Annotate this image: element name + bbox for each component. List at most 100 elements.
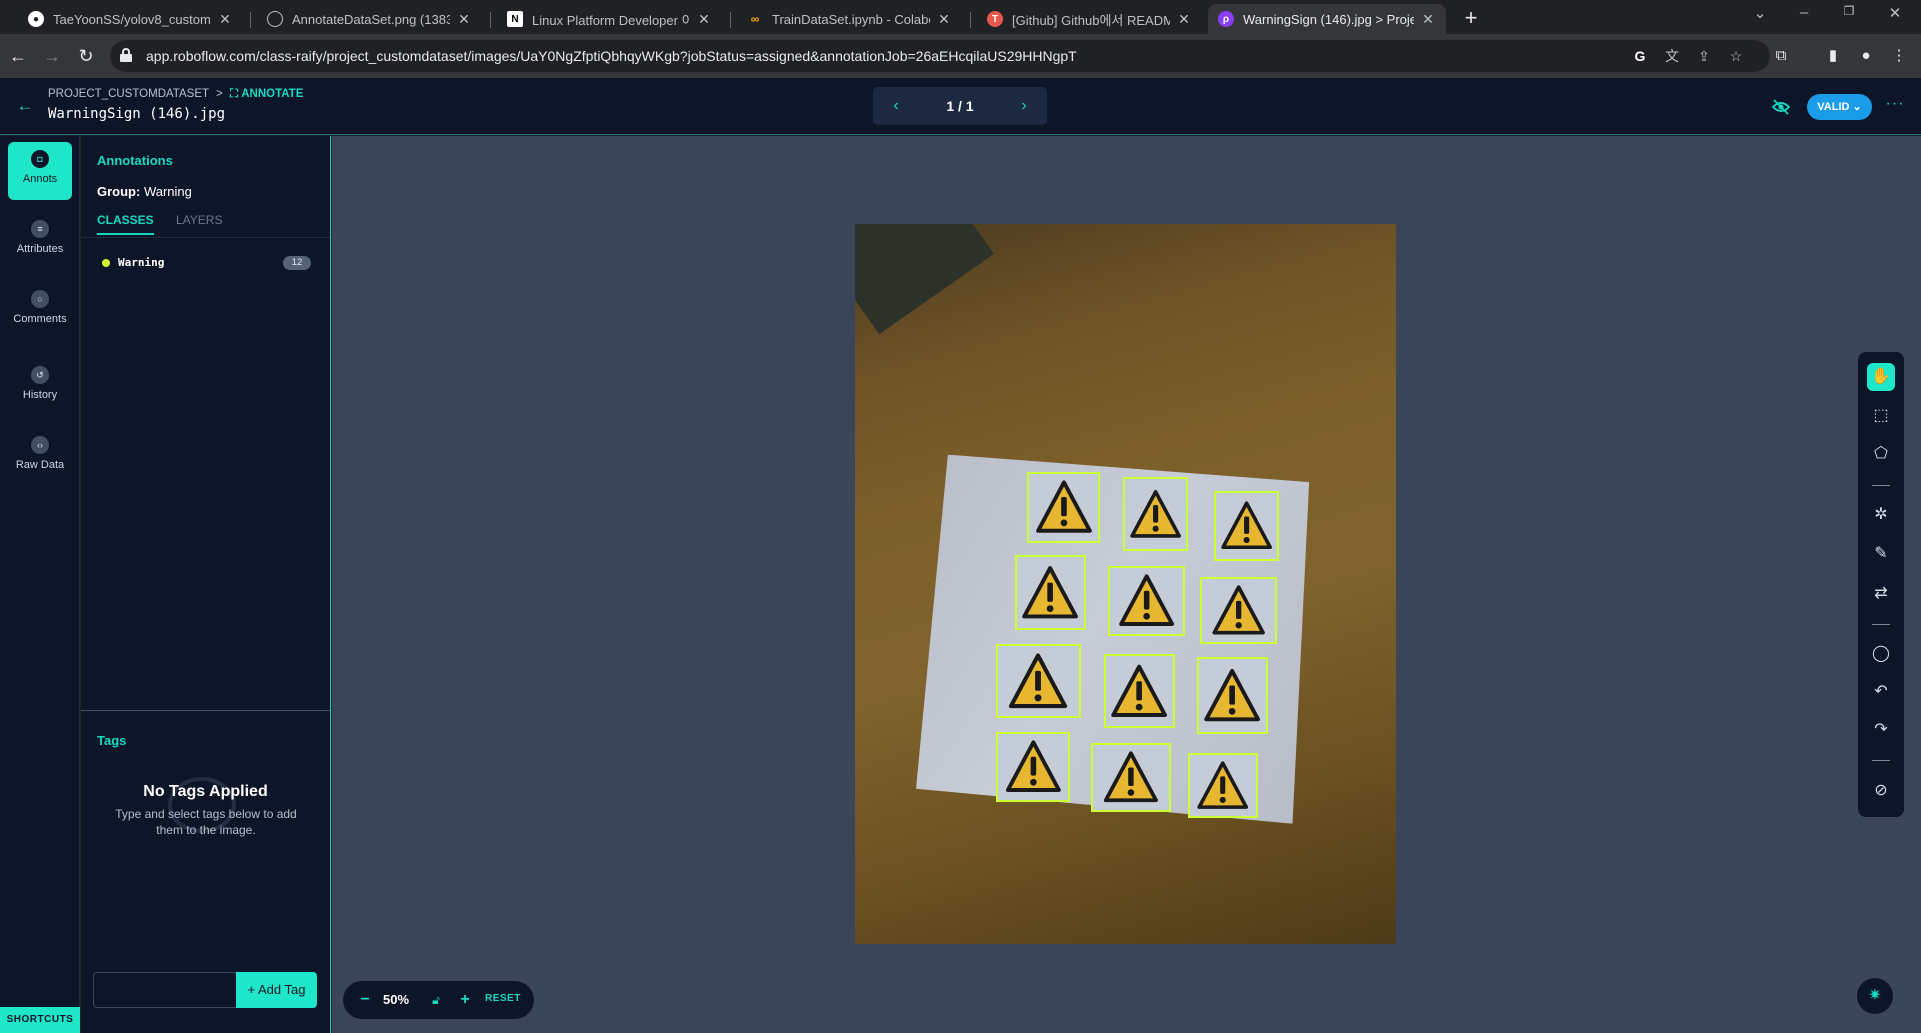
tab-layers[interactable]: LAYERS bbox=[176, 213, 222, 227]
tab-divider bbox=[250, 12, 251, 28]
bounding-box[interactable] bbox=[1214, 491, 1279, 561]
panel-title: Annotations bbox=[97, 153, 173, 168]
redo-icon[interactable]: ↷ bbox=[1867, 716, 1895, 744]
canvas-settings-icon[interactable]: ✷ bbox=[1857, 978, 1893, 1014]
close-tab-icon[interactable]: ✕ bbox=[696, 11, 712, 28]
bounding-box[interactable] bbox=[1123, 477, 1188, 551]
profile-icon[interactable]: ● bbox=[1855, 45, 1877, 67]
rail-item-label: Raw Data bbox=[15, 459, 65, 471]
undo-icon[interactable]: ↶ bbox=[1867, 678, 1895, 706]
image-photo[interactable] bbox=[855, 224, 1396, 944]
browser-tab[interactable]: AnnotateDataSet.png (1383×8 ✕ bbox=[257, 4, 482, 34]
comment-tool-icon[interactable]: ◯ bbox=[1867, 640, 1895, 668]
warning-sign-icon bbox=[1022, 565, 1079, 619]
close-tab-icon[interactable]: ✕ bbox=[936, 11, 952, 28]
hide-annotations-icon[interactable] bbox=[1771, 98, 1791, 116]
restore-icon[interactable]: ❐ bbox=[1829, 4, 1869, 18]
minimize-icon[interactable]: – bbox=[1784, 4, 1824, 21]
rail-item-comments[interactable]: ○ Comments bbox=[8, 282, 72, 340]
back-icon[interactable]: ← bbox=[6, 44, 30, 68]
forward-icon[interactable]: → bbox=[40, 44, 64, 68]
polygon-tool-icon[interactable]: ⬠ bbox=[1867, 440, 1895, 468]
warning-sign-icon bbox=[1197, 761, 1249, 809]
rail-item-attributes[interactable]: ≡ Attributes bbox=[8, 212, 72, 270]
bounding-box[interactable] bbox=[1015, 555, 1086, 630]
photo-background-object bbox=[855, 224, 994, 335]
tool-divider bbox=[1872, 760, 1890, 761]
bounding-box[interactable] bbox=[1200, 577, 1277, 644]
history-icon: ↺ bbox=[31, 366, 49, 384]
notion-icon: N bbox=[507, 11, 523, 27]
hand-drag-icon[interactable]: ✋ bbox=[1867, 363, 1895, 391]
close-tab-icon[interactable]: ✕ bbox=[1176, 11, 1192, 28]
warning-sign-icon bbox=[1009, 653, 1068, 708]
rail-item-history[interactable]: ↺ History bbox=[8, 358, 72, 416]
magic-wand-icon[interactable]: ✎ bbox=[1867, 540, 1895, 568]
annotations-icon: ◘ bbox=[31, 150, 49, 168]
bounding-box-tool-icon[interactable]: ⬚ bbox=[1867, 402, 1895, 430]
rail-item-annotations[interactable]: ◘ Annots bbox=[8, 142, 72, 200]
bounding-box[interactable] bbox=[1197, 657, 1268, 734]
repeat-previous-icon[interactable]: ⇄ bbox=[1867, 580, 1895, 608]
browser-tab-active[interactable]: ρ WarningSign (146).jpg > Proje ✕ bbox=[1208, 4, 1446, 34]
warning-sign-icon bbox=[1119, 574, 1174, 627]
close-tab-icon[interactable]: ✕ bbox=[217, 11, 233, 28]
warning-sign-icon bbox=[1103, 751, 1159, 803]
clear-icon[interactable]: ⊘ bbox=[1867, 777, 1895, 805]
breadcrumb-project[interactable]: PROJECT_CUSTOMDATASET bbox=[48, 88, 209, 100]
bounding-box[interactable] bbox=[1027, 472, 1100, 543]
bounding-box[interactable] bbox=[1091, 743, 1171, 812]
browser-tabstrip: ● TaeYoonSS/yolov8_customData ✕ Annotate… bbox=[0, 0, 1921, 34]
zoom-reset-button[interactable]: RESET bbox=[485, 993, 521, 1004]
unlock-icon[interactable]: 🔓︎ bbox=[426, 990, 446, 1010]
bounding-box[interactable] bbox=[996, 644, 1081, 718]
browser-menu-icon[interactable]: ⋮ bbox=[1888, 45, 1910, 67]
back-arrow-icon[interactable]: ← bbox=[15, 96, 35, 116]
rail-item-label: Attributes bbox=[16, 243, 64, 255]
browser-tab[interactable]: T [Github] Github에서 README ✕ bbox=[977, 4, 1202, 34]
tab-classes[interactable]: CLASSES bbox=[97, 213, 154, 235]
warning-sign-icon bbox=[1221, 501, 1272, 550]
next-image-icon[interactable]: › bbox=[1013, 95, 1035, 117]
add-tag-button[interactable]: + Add Tag bbox=[236, 972, 317, 1008]
new-tab-button[interactable]: + bbox=[1457, 5, 1485, 33]
tag-input[interactable] bbox=[93, 972, 237, 1008]
zoom-out-button[interactable]: − bbox=[356, 990, 374, 1010]
warning-sign-icon bbox=[1005, 740, 1061, 793]
google-icon[interactable]: G bbox=[1631, 47, 1649, 65]
image-filename: WarningSign (146).jpg bbox=[48, 106, 226, 122]
tab-search-icon[interactable]: ⌄ bbox=[1740, 4, 1780, 22]
address-bar[interactable]: app.roboflow.com/class-raify/project_cus… bbox=[110, 40, 1770, 72]
browser-tab[interactable]: ∞ TrainDataSet.ipynb - Colaborat ✕ bbox=[737, 4, 962, 34]
bounding-box[interactable] bbox=[1104, 654, 1175, 728]
url-text[interactable]: app.roboflow.com/class-raify/project_cus… bbox=[146, 48, 1077, 64]
close-tab-icon[interactable]: ✕ bbox=[456, 11, 472, 28]
reload-icon[interactable]: ↻ bbox=[74, 44, 98, 68]
warning-sign-icon bbox=[1130, 489, 1181, 538]
list-icon: ≡ bbox=[31, 220, 49, 238]
side-panel-icon[interactable]: ▮ bbox=[1822, 45, 1844, 67]
close-window-icon[interactable]: ✕ bbox=[1875, 4, 1915, 22]
shortcuts-button[interactable]: SHORTCUTS bbox=[0, 1007, 80, 1033]
class-row[interactable]: Warning 12 bbox=[97, 253, 317, 273]
breadcrumb: PROJECT_CUSTOMDATASET > ⛶ ANNOTATE bbox=[48, 88, 303, 101]
bookmark-star-icon[interactable]: ☆ bbox=[1727, 47, 1745, 65]
close-tab-icon[interactable]: ✕ bbox=[1420, 11, 1436, 28]
translate-icon[interactable]: 文 bbox=[1663, 47, 1681, 65]
bounding-box[interactable] bbox=[996, 732, 1070, 802]
bounding-box[interactable] bbox=[1188, 753, 1258, 818]
status-dropdown[interactable]: VALID ⌄ bbox=[1807, 94, 1872, 120]
extensions-icon[interactable]: ⧉ bbox=[1770, 45, 1792, 67]
annotation-canvas[interactable]: − 50% 🔓︎ + RESET bbox=[332, 136, 1921, 1033]
zoom-in-button[interactable]: + bbox=[456, 990, 474, 1010]
globe-icon bbox=[267, 11, 283, 27]
more-options-icon[interactable]: ··· bbox=[1883, 94, 1907, 118]
rail-item-raw-data[interactable]: ‹› Raw Data bbox=[8, 428, 72, 486]
breadcrumb-mode: ANNOTATE bbox=[241, 88, 304, 100]
group-key: Group: bbox=[97, 184, 141, 199]
browser-tab[interactable]: ● TaeYoonSS/yolov8_customData ✕ bbox=[18, 4, 243, 34]
smart-polygon-icon[interactable]: ✲ bbox=[1867, 501, 1895, 529]
browser-tab[interactable]: N Linux Platform Developer 이타 ✕ bbox=[497, 4, 722, 34]
share-icon[interactable]: ⇪ bbox=[1695, 47, 1713, 65]
bounding-box[interactable] bbox=[1108, 566, 1185, 636]
